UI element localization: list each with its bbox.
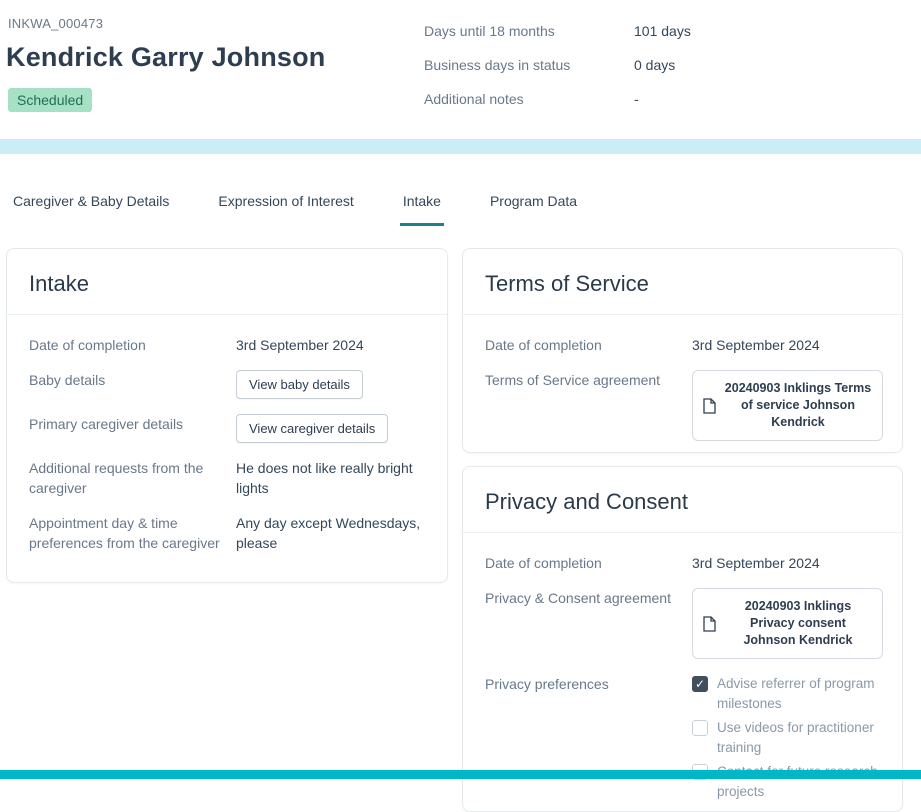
status-badge: Scheduled bbox=[8, 88, 93, 112]
terms-card-title: Terms of Service bbox=[463, 271, 902, 315]
privacy-card-body: Date of completion 3rd September 2024 Pr… bbox=[485, 533, 883, 806]
privacy-option[interactable]: Use videos for practitioner training bbox=[692, 718, 880, 758]
summary-row: Business days in status 0 days bbox=[424, 57, 691, 73]
field-label: Additional requests from the caregiver bbox=[29, 460, 204, 496]
summary-row: Days until 18 months 101 days bbox=[424, 23, 691, 39]
terms-file-attachment[interactable]: 20240903 Inklings Terms of service Johns… bbox=[692, 370, 883, 441]
intake-card: Intake Date of completion 3rd September … bbox=[6, 248, 448, 583]
app-window: INKWA_000473 Kendrick Garry Johnson Sche… bbox=[0, 0, 921, 812]
view-baby-details-button[interactable]: View baby details bbox=[236, 370, 363, 399]
summary-value: 0 days bbox=[634, 57, 676, 73]
privacy-option[interactable]: Advise referrer of program milestones bbox=[692, 674, 880, 714]
field-row: Appointment day & time preferences from … bbox=[29, 513, 425, 553]
field-label: Primary caregiver details bbox=[29, 416, 184, 432]
summary-label: Additional notes bbox=[424, 91, 524, 107]
field-value: 20240903 Inklings Privacy consent Johnso… bbox=[692, 588, 883, 659]
divider-band bbox=[0, 139, 921, 154]
privacy-option[interactable]: Contact for future research projects bbox=[692, 762, 880, 802]
field-label: Date of completion bbox=[485, 555, 602, 571]
field-value: Any day except Wednesdays, please bbox=[236, 515, 421, 551]
privacy-option-label: Advise referrer of program milestones bbox=[717, 676, 875, 711]
field-value: He does not like really bright lights bbox=[236, 460, 413, 496]
summary-value: 101 days bbox=[634, 23, 691, 39]
field-value: 3rd September 2024 bbox=[692, 337, 820, 353]
checkbox-icon[interactable] bbox=[692, 676, 708, 692]
field-label: Baby details bbox=[29, 372, 106, 388]
field-row: Primary caregiver details View caregiver… bbox=[29, 414, 425, 443]
field-row: Date of completion 3rd September 2024 bbox=[485, 335, 880, 355]
field-value: 20240903 Inklings Terms of service Johns… bbox=[692, 370, 883, 441]
field-label: Date of completion bbox=[485, 337, 602, 353]
summary-row: Additional notes - bbox=[424, 91, 691, 107]
field-label: Date of completion bbox=[29, 337, 146, 353]
field-row: Privacy preferences Advise referrer of p… bbox=[485, 674, 880, 806]
field-label: Appointment day & time preferences from … bbox=[29, 515, 220, 551]
privacy-consent-card: Privacy and Consent Date of completion 3… bbox=[462, 466, 903, 812]
field-value: View baby details bbox=[236, 370, 363, 399]
file-name: 20240903 Inklings Privacy consent Johnso… bbox=[743, 599, 853, 647]
field-label: Terms of Service agreement bbox=[485, 372, 661, 388]
field-label: Privacy preferences bbox=[485, 676, 609, 692]
privacy-card-title: Privacy and Consent bbox=[463, 489, 902, 533]
document-icon bbox=[703, 615, 716, 632]
field-row: Baby details View baby details bbox=[29, 370, 425, 399]
file-name: 20240903 Inklings Terms of service Johns… bbox=[724, 381, 872, 429]
field-row: Date of completion 3rd September 2024 bbox=[29, 335, 425, 355]
tab-intake[interactable]: Intake bbox=[399, 193, 444, 226]
page-title: Kendrick Garry Johnson bbox=[6, 42, 326, 72]
tab-caregiver-baby-details[interactable]: Caregiver & Baby Details bbox=[10, 193, 172, 226]
tab-program-data[interactable]: Program Data bbox=[487, 193, 580, 226]
view-caregiver-details-button[interactable]: View caregiver details bbox=[236, 414, 389, 443]
field-label: Privacy & Consent agreement bbox=[485, 590, 671, 606]
tab-bar: Caregiver & Baby Details Expression of I… bbox=[10, 193, 580, 226]
intake-card-body: Date of completion 3rd September 2024 Ba… bbox=[29, 315, 425, 553]
header-summary: Days until 18 months 101 days Business d… bbox=[424, 23, 691, 125]
summary-label: Days until 18 months bbox=[424, 23, 555, 39]
terms-card-body: Date of completion 3rd September 2024 Te… bbox=[485, 315, 883, 441]
field-row: Additional requests from the caregiver H… bbox=[29, 458, 425, 498]
field-value: 3rd September 2024 bbox=[236, 337, 364, 353]
document-icon bbox=[703, 397, 716, 414]
privacy-option-label: Use videos for practitioner training bbox=[717, 720, 874, 755]
field-value: 3rd September 2024 bbox=[692, 555, 820, 571]
terms-of-service-card: Terms of Service Date of completion 3rd … bbox=[462, 248, 903, 453]
tab-expression-of-interest[interactable]: Expression of Interest bbox=[215, 193, 356, 226]
field-row: Date of completion 3rd September 2024 bbox=[485, 553, 880, 573]
summary-label: Business days in status bbox=[424, 57, 571, 73]
privacy-preferences-list: Advise referrer of program milestones Us… bbox=[692, 674, 880, 806]
intake-card-title: Intake bbox=[7, 271, 447, 315]
privacy-option-label: Contact for future research projects bbox=[717, 764, 878, 799]
checkbox-icon[interactable] bbox=[692, 720, 708, 736]
field-row: Terms of Service agreement 20240903 Inkl… bbox=[485, 370, 883, 441]
privacy-file-attachment[interactable]: 20240903 Inklings Privacy consent Johnso… bbox=[692, 588, 883, 659]
field-row: Privacy & Consent agreement 20240903 Ink… bbox=[485, 588, 883, 659]
field-value: View caregiver details bbox=[236, 414, 389, 443]
summary-value: - bbox=[634, 91, 639, 107]
bottom-accent-bar bbox=[0, 770, 921, 779]
record-id: INKWA_000473 bbox=[8, 16, 104, 31]
